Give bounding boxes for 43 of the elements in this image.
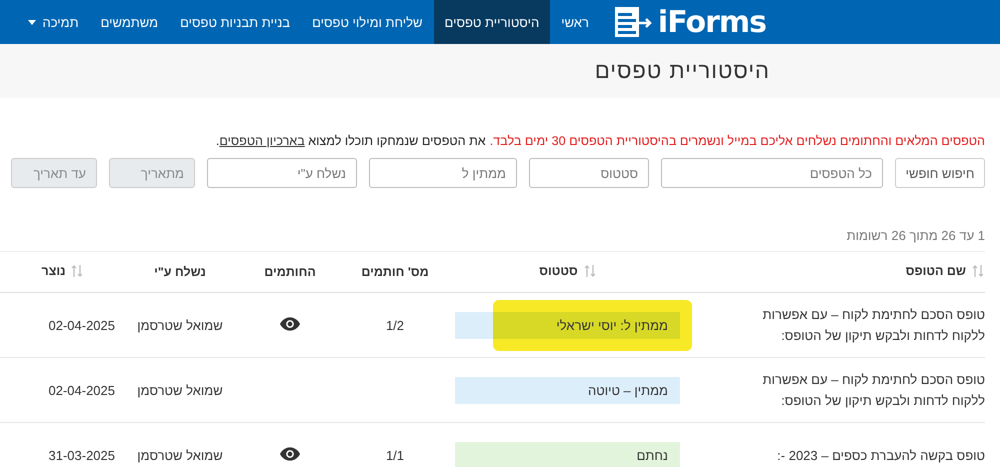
search-toggle-button[interactable]: חיפוש חופשי bbox=[895, 158, 985, 188]
caret-icon bbox=[28, 20, 36, 24]
record-count: 1 עד 26 מתוך 26 רשומות bbox=[0, 228, 985, 252]
logo-icon bbox=[614, 5, 654, 39]
form-name: טופס בקשה להעברת כספים – 2023 -: bbox=[777, 448, 985, 462]
column-header[interactable]: שם הטופס bbox=[906, 264, 966, 278]
created-date: 31-03-2025 bbox=[48, 448, 115, 462]
nav-tab[interactable]: משתמשים bbox=[90, 0, 170, 44]
form-name: טופס הסכם לחתימת לקוח – עם אפשרות ללקוח לדחות ולבקש תיקון של הטופס: bbox=[762, 372, 985, 408]
column-header[interactable]: החותמים bbox=[264, 265, 316, 279]
signers-count: 1/2 bbox=[386, 318, 404, 332]
logo-text[interactable]: iForms bbox=[658, 4, 766, 40]
archive-link[interactable]: בארכיון הטפסים bbox=[219, 134, 305, 148]
filter-field[interactable]: סטטוס bbox=[529, 158, 649, 188]
column-header[interactable]: נשלח ע"י bbox=[154, 265, 206, 279]
created-date: 02-04-2025 bbox=[48, 318, 115, 332]
column-header[interactable]: סטטוס bbox=[539, 264, 578, 278]
sort-icon[interactable] bbox=[584, 264, 596, 278]
signers-count: 1/1 bbox=[386, 448, 404, 462]
sender-name: שמואל שטרסמן bbox=[137, 382, 223, 398]
nav-tab[interactable]: היסטוריית טפסים bbox=[434, 0, 550, 44]
status-badge: נחתם bbox=[455, 442, 680, 467]
nav-tab[interactable]: תמיכה bbox=[17, 0, 90, 44]
filter-field[interactable]: כל הטפסים bbox=[661, 158, 883, 188]
created-date: 02-04-2025 bbox=[48, 382, 115, 398]
eye-icon[interactable] bbox=[280, 316, 300, 330]
nav-tab[interactable]: בניית תבניות טפסים bbox=[169, 0, 302, 44]
column-header[interactable]: מס' חותמים bbox=[361, 265, 429, 279]
column-header[interactable]: נוצר bbox=[42, 264, 66, 278]
eye-icon[interactable] bbox=[280, 446, 300, 460]
nav-tab[interactable]: ראשי bbox=[550, 0, 600, 44]
nav-tab[interactable]: שליחת ומילוי טפסים bbox=[301, 0, 434, 44]
notice-text: את הטפסים שנמחקו תוכלו למצוא בארכיון הטפסים. bbox=[216, 134, 486, 148]
filter-field[interactable]: ממתין ל bbox=[369, 158, 517, 188]
sender-name: שמואל שטרסמן bbox=[137, 318, 223, 332]
page-title: היסטוריית טפסים bbox=[594, 58, 770, 84]
status-badge: ממתין – טיוטה bbox=[455, 376, 680, 404]
filter-field[interactable]: נשלח ע"י bbox=[207, 158, 357, 188]
notice-warning: הטפסים המלאים והחתומים נשלחים אליכם במייל ונשמרים בהיסטוריית הטפסים 30 ימים בלבד. bbox=[490, 134, 985, 148]
sort-icon[interactable] bbox=[972, 264, 984, 278]
sender-name: שמואל שטרסמן bbox=[137, 448, 223, 462]
sort-icon[interactable] bbox=[71, 264, 84, 278]
form-name: טופס הסכם לחתימת לקוח – עם אפשרות ללקוח לדחות ולבקש תיקון של הטופס: bbox=[762, 307, 985, 343]
